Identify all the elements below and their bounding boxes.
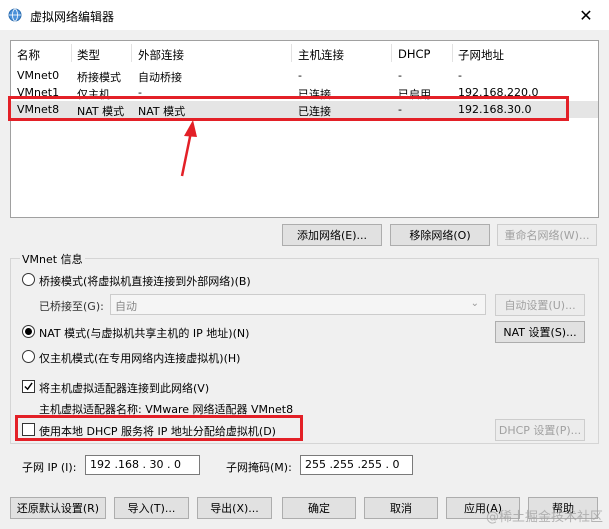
close-button[interactable]: ✕ — [563, 0, 609, 30]
bridged-mode-label: 桥接模式(将虚拟机直接连接到外部网络)(B) — [39, 275, 251, 288]
connect-adapter-label: 将主机虚拟适配器连接到此网络(V) — [39, 382, 210, 395]
nat-mode-label: NAT 模式(与虚拟机共享主机的 IP 地址)(N) — [39, 327, 250, 340]
bridged-to-label: 已桥接至(G): — [39, 300, 104, 313]
remove-network-button[interactable]: 移除网络(O) — [390, 224, 490, 246]
cell-type: 桥接模式 — [77, 71, 121, 84]
column-separator — [391, 44, 392, 62]
dhcp-settings-button[interactable]: DHCP 设置(P)... — [495, 419, 585, 441]
vmnet-info-legend: VMnet 信息 — [20, 251, 85, 267]
cancel-button[interactable]: 取消 — [364, 497, 438, 519]
bridged-mode-radio[interactable] — [22, 273, 35, 286]
bridged-to-value: 自动 — [115, 300, 137, 313]
nat-mode-radio[interactable] — [22, 325, 35, 338]
cell-dhcp: 已启用 — [398, 88, 431, 101]
network-list[interactable]: 名称 类型 外部连接 主机连接 DHCP 子网地址 VMnet0 桥接模式 自动… — [10, 40, 599, 218]
auto-settings-button[interactable]: 自动设置(U)... — [495, 294, 585, 316]
column-separator — [291, 44, 292, 62]
chevron-down-icon: ⌄ — [470, 298, 479, 309]
cell-host: - — [298, 69, 302, 82]
column-header-name[interactable]: 名称 — [17, 47, 40, 63]
close-icon: ✕ — [579, 5, 593, 25]
export-button[interactable]: 导出(X)... — [197, 497, 272, 519]
watermark: @稀土掘金技术社区 — [485, 510, 603, 525]
cell-external: NAT 模式 — [138, 105, 186, 118]
column-header-dhcp[interactable]: DHCP — [398, 47, 430, 61]
column-separator — [71, 44, 72, 62]
host-only-radio[interactable] — [22, 350, 35, 363]
column-separator — [131, 44, 132, 62]
column-header-type[interactable]: 类型 — [77, 47, 100, 63]
connect-adapter-checkbox[interactable] — [22, 380, 35, 393]
use-dhcp-label: 使用本地 DHCP 服务将 IP 地址分配给虚拟机(D) — [39, 425, 276, 438]
bridged-to-select[interactable]: 自动 ⌄ — [110, 294, 486, 315]
cell-dhcp: - — [398, 103, 402, 116]
cell-subnet: - — [458, 69, 462, 82]
checkmark-icon — [24, 382, 33, 391]
host-only-label: 仅主机模式(在专用网络内连接虚拟机)(H) — [39, 352, 241, 365]
use-dhcp-checkbox[interactable] — [22, 423, 35, 436]
import-button[interactable]: 导入(T)... — [114, 497, 189, 519]
title-bar: 虚拟网络编辑器 ✕ — [0, 0, 609, 30]
globe-network-icon — [8, 8, 22, 22]
cell-external: 自动桥接 — [138, 71, 182, 84]
cell-type: NAT 模式 — [77, 105, 125, 118]
restore-defaults-button[interactable]: 还原默认设置(R) — [10, 497, 106, 519]
cell-name: VMnet0 — [17, 69, 60, 82]
subnet-ip-label: 子网 IP (I): — [22, 461, 77, 474]
subnet-mask-field[interactable]: 255 .255 .255 . 0 — [300, 455, 413, 475]
subnet-ip-field[interactable]: 192 .168 . 30 . 0 — [85, 455, 200, 475]
cell-subnet: 192.168.30.0 — [458, 103, 532, 116]
ok-button[interactable]: 确定 — [282, 497, 356, 519]
subnet-mask-label: 子网掩码(M): — [226, 461, 292, 474]
nat-settings-button[interactable]: NAT 设置(S)... — [495, 321, 585, 343]
rename-network-button[interactable]: 重命名网络(W)... — [497, 224, 597, 246]
adapter-name-label: 主机虚拟适配器名称: VMware 网络适配器 VMnet8 — [39, 403, 294, 416]
cell-name: VMnet8 — [17, 103, 60, 116]
table-row-vmnet8[interactable]: VMnet8 NAT 模式 NAT 模式 已连接 - 192.168.30.0 — [11, 101, 598, 118]
add-network-button[interactable]: 添加网络(E)... — [282, 224, 382, 246]
column-separator — [452, 44, 453, 62]
cell-host: 已连接 — [298, 105, 331, 118]
column-header-external[interactable]: 外部连接 — [138, 47, 184, 63]
table-row-vmnet1[interactable]: VMnet1 仅主机... - 已连接 已启用 192.168.220.0 — [11, 84, 598, 101]
column-header-host[interactable]: 主机连接 — [298, 47, 344, 63]
annotation-arrow-icon — [180, 120, 197, 177]
cell-dhcp: - — [398, 69, 402, 82]
cell-subnet: 192.168.220.0 — [458, 86, 539, 99]
cell-name: VMnet1 — [17, 86, 60, 99]
window-title: 虚拟网络编辑器 — [30, 10, 115, 24]
cell-type: 仅主机... — [77, 88, 121, 101]
cell-host: 已连接 — [298, 88, 331, 101]
column-header-subnet[interactable]: 子网地址 — [458, 47, 504, 63]
cell-external: - — [138, 86, 142, 99]
table-row-vmnet0[interactable]: VMnet0 桥接模式 自动桥接 - - - — [11, 67, 598, 84]
list-header: 名称 类型 外部连接 主机连接 DHCP 子网地址 — [11, 41, 598, 65]
